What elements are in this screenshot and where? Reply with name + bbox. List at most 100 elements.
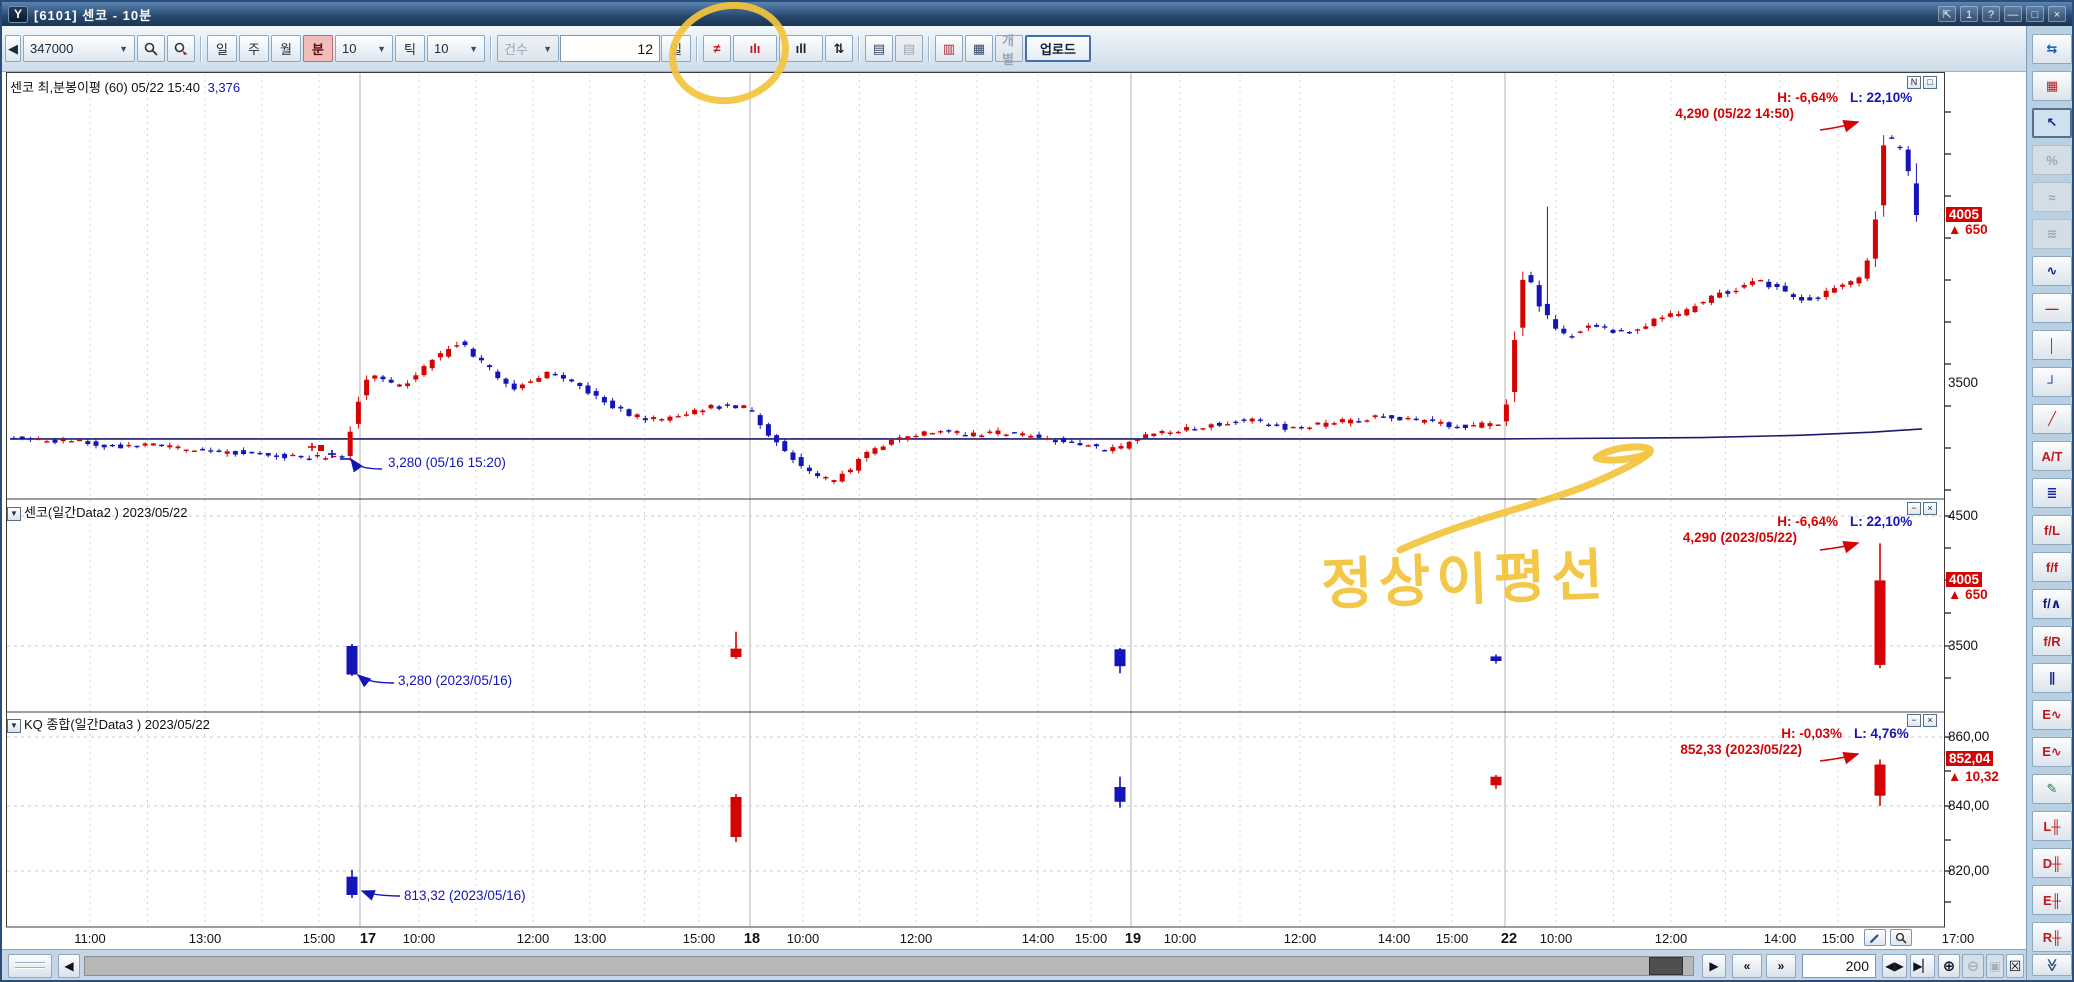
svg-text:19: 19 bbox=[1125, 931, 1141, 947]
panel3-close-button[interactable]: × bbox=[1923, 714, 1937, 727]
sort-arrows-icon[interactable]: ⇅ bbox=[825, 35, 853, 62]
maximize-button[interactable]: □ bbox=[2026, 6, 2044, 22]
fit-chart-button[interactable]: ▣ bbox=[1986, 954, 2004, 978]
svg-text:15:00: 15:00 bbox=[1436, 931, 1469, 946]
expand-bars-button[interactable]: ◀▶ bbox=[1882, 954, 1907, 978]
minimize-button[interactable]: — bbox=[2004, 6, 2022, 22]
text-note-icon[interactable]: A/T bbox=[2032, 441, 2072, 471]
zoom-out-button[interactable]: ⊖ bbox=[1962, 954, 1984, 978]
days-input[interactable] bbox=[560, 35, 660, 62]
period-week-button[interactable]: 주 bbox=[239, 35, 269, 62]
trend-line-icon[interactable]: ╱ bbox=[2032, 404, 2072, 434]
period-minute-button[interactable]: 분 bbox=[303, 35, 333, 62]
multi-chart-icon[interactable]: ▦ bbox=[2032, 71, 2072, 101]
chevron-down-icon: ▼ bbox=[377, 44, 386, 54]
mini-chart-icon[interactable]: ∿ bbox=[2032, 256, 2072, 286]
zoom-in-button[interactable]: ⊕ bbox=[1938, 954, 1960, 978]
scroll-right-button[interactable]: ▶ bbox=[1702, 954, 1726, 978]
fibo-l-icon[interactable]: f/L bbox=[2032, 515, 2072, 545]
chart-canvas[interactable]: 11:0013:0015:001710:0012:0013:0015:00181… bbox=[2, 72, 2022, 949]
close-scroll-button[interactable]: ☒ bbox=[2006, 954, 2024, 978]
svg-text:22: 22 bbox=[1501, 931, 1517, 947]
search-favorite-button[interactable] bbox=[167, 35, 195, 62]
fibo-f-icon[interactable]: f/f bbox=[2032, 552, 2072, 582]
panel3-low-label: L: 4,76% bbox=[1854, 726, 1909, 741]
period-day-button[interactable]: 일 bbox=[207, 35, 237, 62]
grid-table-icon[interactable]: ▦ bbox=[965, 35, 993, 62]
help-button[interactable]: ? bbox=[1982, 6, 2000, 22]
panel2-low-callout: 3,280 (2023/05/16) bbox=[398, 673, 512, 688]
panel1-low-label: L: 22,10% bbox=[1850, 90, 1912, 105]
elliott-wave-icon[interactable]: E∿ bbox=[2032, 700, 2072, 730]
volume-red-chart-icon[interactable]: ılı bbox=[733, 35, 777, 62]
chevron-down-icon[interactable]: ▼ bbox=[7, 719, 21, 733]
chevron-down-icon: ▼ bbox=[469, 44, 478, 54]
svg-text:18: 18 bbox=[744, 931, 760, 947]
more-tools-button[interactable]: ≫ bbox=[2032, 954, 2072, 976]
svg-text:17: 17 bbox=[360, 931, 376, 947]
svg-text:12:00: 12:00 bbox=[1284, 931, 1317, 946]
page-forward-button[interactable]: » bbox=[1766, 954, 1796, 978]
strike-line-icon[interactable]: ≠ bbox=[703, 35, 731, 62]
candle-report-icon[interactable]: ▥ bbox=[935, 35, 963, 62]
drag-hand-icon[interactable]: ≈ bbox=[2032, 182, 2072, 212]
pattern-r-icon[interactable]: R╫ bbox=[2032, 922, 2072, 952]
panel1-peak-callout: 4,290 (05/22 14:50) bbox=[1602, 106, 1794, 121]
minute-interval-combo[interactable]: 10 ▼ bbox=[335, 35, 393, 62]
panel3-minimize-button[interactable]: − bbox=[1907, 714, 1921, 727]
parallel-channel-icon[interactable]: ∥ bbox=[2032, 663, 2072, 693]
fibo-r-icon[interactable]: f/R bbox=[2032, 626, 2072, 656]
fibo-levels-icon[interactable]: ≣ bbox=[2032, 478, 2072, 508]
scrollbar-track[interactable] bbox=[84, 956, 1694, 976]
pencil-draw-icon[interactable]: ✎ bbox=[2032, 774, 2072, 804]
bar-count-input[interactable] bbox=[1802, 954, 1876, 978]
svg-text:10:00: 10:00 bbox=[403, 931, 436, 946]
spin-left-button[interactable]: ◀ bbox=[5, 35, 21, 62]
main-toolbar: ◀ 347000 ▼ 일 주 월 분 10 ▼ 틱 10 ▼ 건수 ▼ 일 bbox=[2, 26, 2026, 72]
period-month-button[interactable]: 월 bbox=[271, 35, 301, 62]
close-button[interactable]: × bbox=[2048, 6, 2066, 22]
sync-icon[interactable]: ⇆ bbox=[2032, 34, 2072, 64]
elliott-wave2-icon[interactable]: E∿ bbox=[2032, 737, 2072, 767]
upload-button[interactable]: 업로드 bbox=[1025, 35, 1091, 62]
move-hand-icon[interactable]: ≋ bbox=[2032, 219, 2072, 249]
zoom-range-button[interactable] bbox=[1890, 929, 1912, 946]
tick-interval-combo[interactable]: 10 ▼ bbox=[427, 35, 485, 62]
scrollbar-grip[interactable] bbox=[8, 954, 52, 978]
draw-mode-button[interactable] bbox=[1864, 929, 1886, 946]
stock-code-combo[interactable]: 347000 ▼ bbox=[23, 35, 135, 62]
scroll-left-button[interactable]: ◀ bbox=[58, 954, 80, 978]
svg-text:14:00: 14:00 bbox=[1378, 931, 1411, 946]
cursor-icon[interactable]: ↖ bbox=[2032, 108, 2072, 138]
panel1-restore-button[interactable]: □ bbox=[1923, 76, 1937, 89]
transfer-window-button[interactable]: ⇱ bbox=[1938, 6, 1956, 22]
ratio-tool-icon[interactable]: % bbox=[2032, 145, 2072, 175]
screen-count-button[interactable]: 1 bbox=[1960, 6, 1978, 22]
panel1-news-button[interactable]: N bbox=[1907, 76, 1921, 89]
stock-code-value: 347000 bbox=[30, 41, 73, 56]
magnifier-icon bbox=[1895, 932, 1907, 944]
vertical-line-icon[interactable]: │ bbox=[2032, 330, 2072, 360]
days-unit-button[interactable]: 일 bbox=[661, 35, 691, 62]
panel2-close-button[interactable]: × bbox=[1923, 502, 1937, 515]
svg-text:12:00: 12:00 bbox=[517, 931, 550, 946]
tick-button[interactable]: 틱 bbox=[395, 35, 425, 62]
page-back-button[interactable]: « bbox=[1732, 954, 1762, 978]
go-to-end-button[interactable]: ▶▏ bbox=[1910, 954, 1935, 978]
copy-chart-icon[interactable]: ▤ bbox=[865, 35, 893, 62]
panel1-header-text: 센코 최,분봉이평 (60) 05/22 15:40 bbox=[10, 80, 200, 95]
fibo-fan-icon[interactable]: f/∧ bbox=[2032, 589, 2072, 619]
toolbar-separator bbox=[200, 36, 202, 62]
pattern-e-icon[interactable]: E╫ bbox=[2032, 885, 2072, 915]
search-button[interactable] bbox=[137, 35, 165, 62]
chevron-down-icon: ▼ bbox=[119, 44, 128, 54]
pattern-d-icon[interactable]: D╫ bbox=[2032, 848, 2072, 878]
panel3-high-label: H: -0,03% bbox=[1702, 726, 1842, 741]
pattern-l-icon[interactable]: L╫ bbox=[2032, 811, 2072, 841]
chevron-down-icon[interactable]: ▼ bbox=[7, 507, 21, 521]
volume-chart-icon[interactable]: ıll bbox=[779, 35, 823, 62]
horizontal-line-icon[interactable]: — bbox=[2032, 293, 2072, 323]
scrollbar-thumb[interactable] bbox=[1649, 957, 1683, 975]
title-bar[interactable]: Y [6101] 센코 - 10분 ⇱ 1 ? — □ × bbox=[2, 2, 2072, 26]
angle-line-icon[interactable]: ┘ bbox=[2032, 367, 2072, 397]
